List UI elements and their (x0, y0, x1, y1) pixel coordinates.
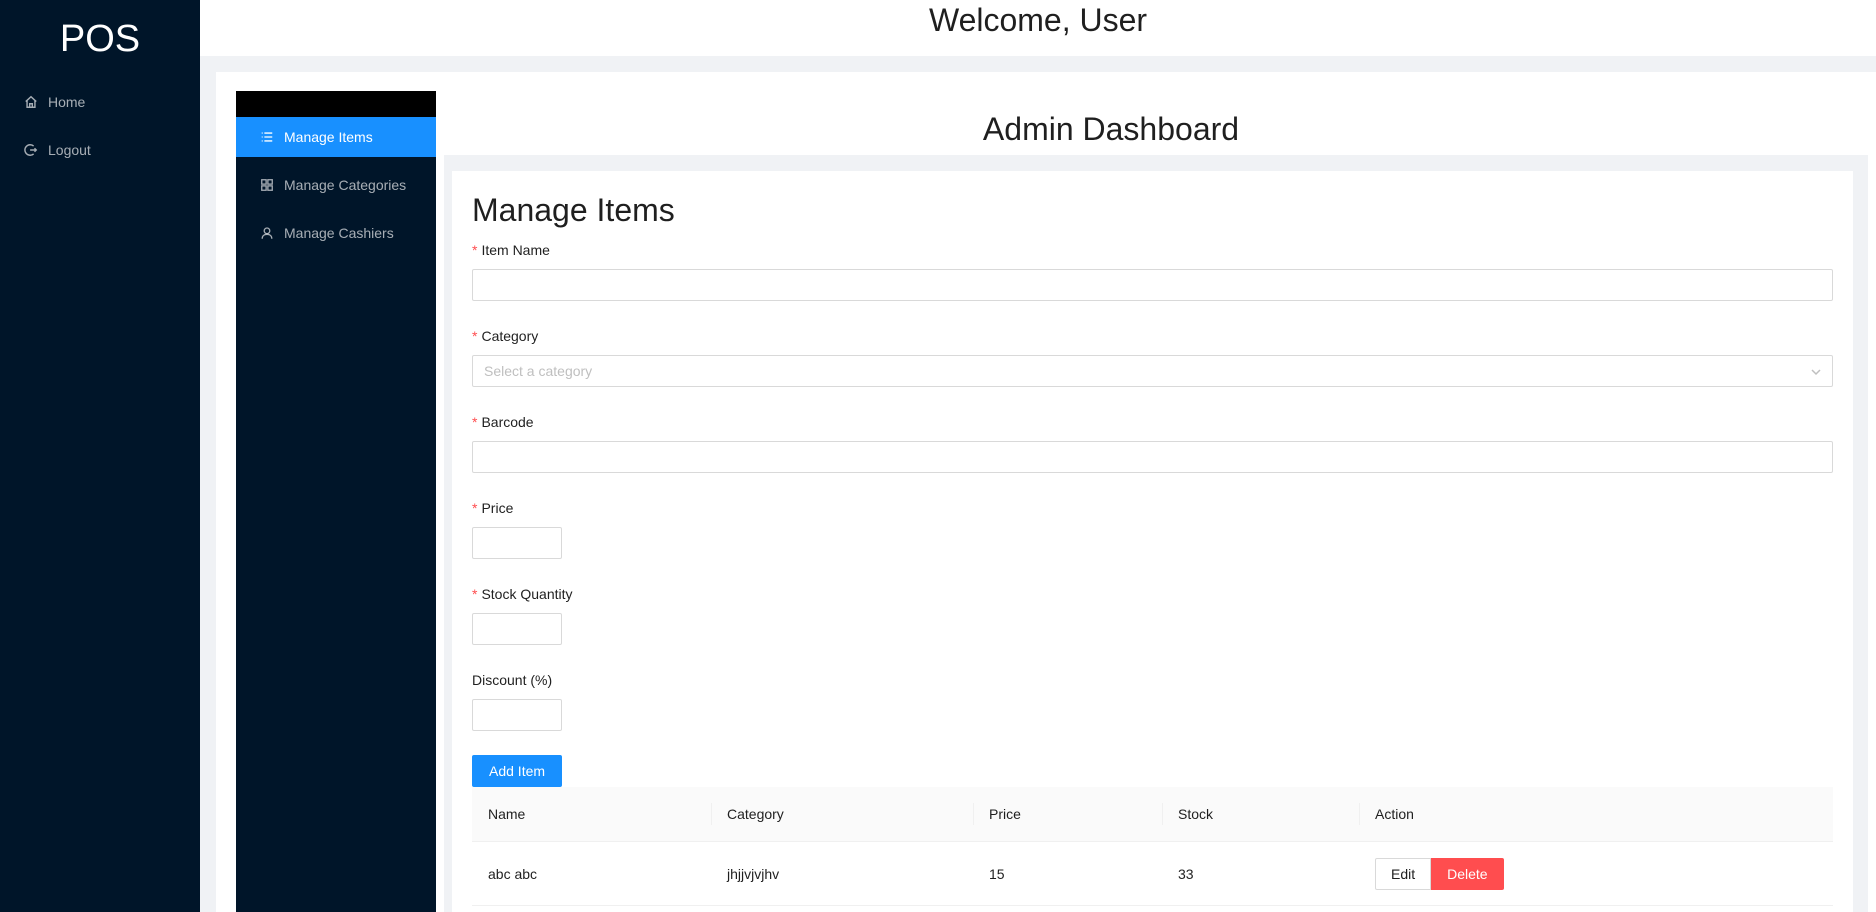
app-menu-item-logout[interactable]: Logout (0, 126, 200, 174)
discount-label: Discount (%) (472, 672, 553, 688)
column-header-price: Price (973, 806, 1162, 822)
column-header-action: Action (1359, 806, 1833, 822)
barcode-label: * Barcode (472, 414, 534, 430)
cell-price: 15 (989, 865, 1005, 882)
required-mark: * (472, 242, 478, 258)
stock-input[interactable] (472, 613, 562, 645)
table-row: abc abc jhjjvjvjhv 15 33 Edit Delete (472, 842, 1833, 906)
app-logo: POS (59, 18, 141, 60)
list-icon (261, 132, 273, 142)
cell-stock: 33 (1178, 865, 1194, 882)
price-input[interactable] (472, 527, 562, 559)
edit-button[interactable]: Edit (1375, 857, 1432, 890)
app-menu-label: Logout (48, 142, 91, 158)
app-sider: POS Home Logout (0, 0, 200, 912)
price-label: * Price (472, 500, 514, 516)
admin-header: Admin Dashboard (436, 91, 1876, 155)
welcome-title: Welcome, User (928, 2, 1148, 38)
admin-menu-label: Manage Cashiers (284, 225, 394, 241)
add-item-button[interactable]: Add Item (472, 755, 563, 787)
category-label: * Category (472, 328, 539, 344)
section-title: Manage Items (472, 192, 675, 228)
discount-form-item: Discount (%) (472, 669, 1833, 731)
admin-dashboard-title: Admin Dashboard (982, 111, 1240, 147)
table-header: Name Category Price Stock Action (472, 787, 1833, 842)
top-header: Welcome, User (200, 0, 1876, 56)
category-select[interactable]: Select a category (472, 355, 1833, 387)
cell-category: jhjjvjvjhv (727, 865, 780, 882)
required-mark: * (472, 500, 478, 516)
cell-name: abc abc (488, 865, 538, 882)
stock-form-item: * Stock Quantity (472, 583, 1833, 645)
appstore-icon (261, 179, 273, 191)
logout-icon (24, 144, 38, 156)
user-icon (261, 227, 273, 239)
admin-menu-label: Manage Categories (284, 177, 407, 193)
app-menu-item-home[interactable]: Home (0, 78, 200, 126)
items-table: Name Category Price Stock Action abc abc… (472, 787, 1833, 906)
column-header-category: Category (711, 806, 973, 822)
app-menu-label: Home (48, 94, 86, 110)
chevron-down-icon (1811, 369, 1821, 376)
discount-input[interactable] (472, 699, 562, 731)
stock-label: * Stock Quantity (472, 586, 573, 602)
required-mark: * (472, 328, 478, 344)
column-header-stock: Stock (1162, 806, 1359, 822)
admin-menu-item-manage-categories[interactable]: Manage Categories (236, 165, 436, 205)
admin-content: Manage Items * Item Name * Category Select… (452, 171, 1853, 912)
barcode-form-item: * Barcode (472, 411, 1833, 473)
delete-button[interactable]: Delete (1431, 857, 1504, 890)
item-name-label: * Item Name (472, 242, 550, 258)
item-name-form-item: * Item Name (472, 239, 1833, 301)
required-mark: * (472, 586, 478, 602)
column-header-name: Name (488, 806, 526, 822)
category-placeholder: Select a category (484, 363, 593, 379)
barcode-input[interactable] (472, 441, 1833, 473)
home-icon (25, 95, 37, 108)
category-form-item: * Category Select a category (472, 325, 1833, 387)
cell-action: Edit Delete (1359, 857, 1833, 890)
admin-menu-item-manage-cashiers[interactable]: Manage Cashiers (236, 213, 436, 253)
price-form-item: * Price (472, 497, 1833, 559)
item-name-input[interactable] (472, 269, 1833, 301)
required-mark: * (472, 414, 478, 430)
admin-sider: Admin Panel Manage Items Manage Categori… (236, 91, 436, 912)
